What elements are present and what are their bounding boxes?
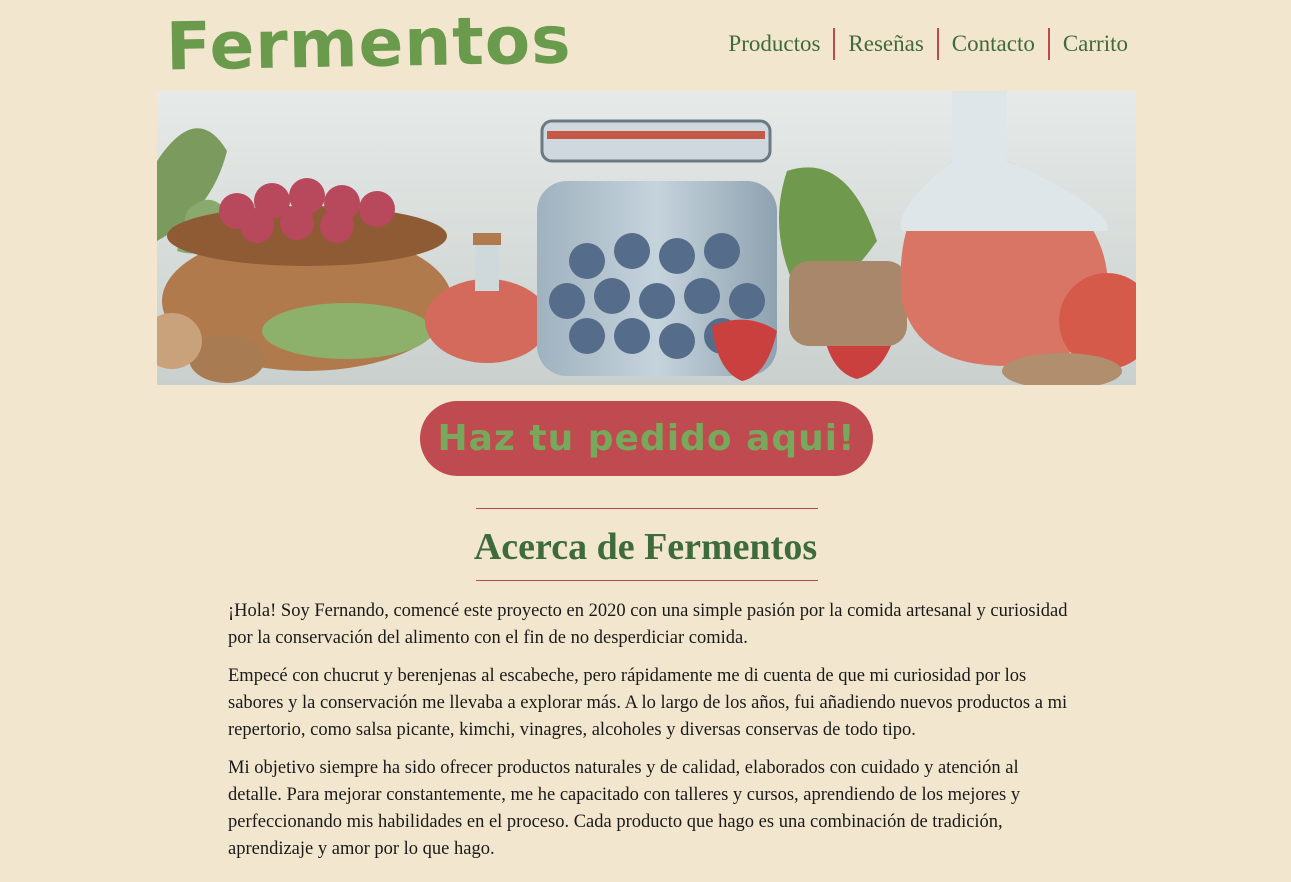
about-title: Acerca de Fermentos [473,526,818,568]
hero-image [157,91,1136,385]
about-paragraph: Empecé con chucrut y berenjenas al escab… [228,666,1068,740]
site-logo[interactable]: Fermentos [165,0,572,87]
nav-resenas[interactable]: Reseñas [835,28,936,60]
about-text: ¡Hola! Soy Fernando, comencé este proyec… [228,598,1073,874]
about-paragraph: ¡Hola! Soy Fernando, comencé este proyec… [228,601,1068,648]
nav-productos[interactable]: Productos [715,28,833,60]
title-rule-bottom [476,580,818,581]
hero-illustration [157,91,1136,385]
order-button[interactable]: Haz tu pedido aqui! [420,401,873,476]
title-rule-top [476,508,818,509]
about-paragraph: Mi objetivo siempre ha sido ofrecer prod… [228,758,1021,859]
nav-carrito[interactable]: Carrito [1050,28,1136,60]
nav-contacto[interactable]: Contacto [939,28,1048,60]
main-nav: Productos Reseñas Contacto Carrito [715,28,1136,60]
